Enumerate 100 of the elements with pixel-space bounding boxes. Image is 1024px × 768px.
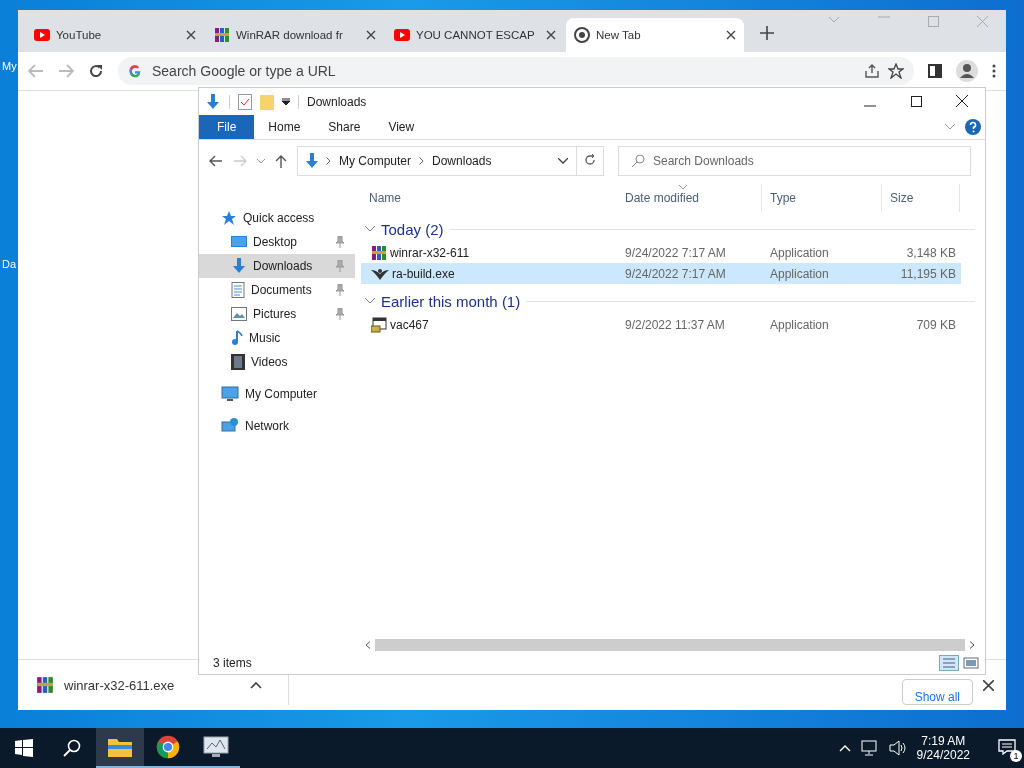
ribbon-tab[interactable]: View xyxy=(374,115,429,139)
books-icon xyxy=(36,676,54,694)
column-header[interactable]: Type xyxy=(770,191,796,205)
clock-time[interactable]: 7:19 AM xyxy=(921,734,966,748)
refresh-icon[interactable] xyxy=(584,154,596,166)
ribbon-tab[interactable]: Share xyxy=(314,115,375,139)
menu-icon[interactable] xyxy=(992,64,996,78)
file-name: vac467 xyxy=(390,317,429,332)
close-icon[interactable] xyxy=(726,30,736,40)
item-count: 3 items xyxy=(213,656,252,670)
file-name: winrar-x32-611 xyxy=(390,245,470,260)
ribbon-tab[interactable]: File xyxy=(199,115,255,139)
address-bar[interactable]: My Computer Downloads xyxy=(297,146,577,176)
network-icon[interactable] xyxy=(860,740,879,756)
share-icon[interactable] xyxy=(864,63,880,79)
profile-icon[interactable] xyxy=(956,60,978,82)
close-icon[interactable] xyxy=(186,30,196,40)
desktop-icon-label: Da xyxy=(2,258,17,270)
film-icon xyxy=(231,354,245,370)
nav-item[interactable]: My Computer xyxy=(199,382,355,406)
close-icon[interactable] xyxy=(956,95,968,107)
side-panel-icon[interactable] xyxy=(928,64,942,78)
dropdown-icon[interactable] xyxy=(282,97,290,106)
address-input[interactable]: Search Google or type a URL xyxy=(150,62,856,80)
monitor-icon xyxy=(203,736,229,758)
sort-caret-icon xyxy=(679,185,687,190)
breadcrumb-item[interactable]: Downloads xyxy=(430,154,494,168)
size-cell-text: 3,148 KB xyxy=(905,245,957,260)
column-header[interactable]: Size xyxy=(890,191,914,205)
show-all-button[interactable]: Show all xyxy=(901,679,973,705)
notification-icon[interactable] xyxy=(998,738,1016,755)
download-arrow-icon xyxy=(304,153,320,169)
nav-item[interactable]: Documents xyxy=(199,278,355,302)
file-row[interactable]: ra-build.exe 9/24/2022 7:17 AM Application 11,195 KB xyxy=(361,263,961,284)
column-header[interactable]: Date modified xyxy=(625,191,700,205)
file-row[interactable]: vac467 9/2/2022 11:37 AM Application 709 KB xyxy=(361,314,961,335)
browser-tab[interactable]: YOU CANNOT ESCAP xyxy=(386,18,564,52)
search-box[interactable]: Search Downloads xyxy=(618,146,971,176)
reload-icon[interactable] xyxy=(88,63,104,79)
type-cell-text: Application xyxy=(769,317,830,332)
date-cell-text: 9/24/2022 7:17 AM xyxy=(624,266,727,281)
size-cell-text: 11,195 KB xyxy=(899,266,957,281)
chevron-down-icon[interactable] xyxy=(365,298,375,304)
youtube-icon xyxy=(34,29,50,41)
document-icon xyxy=(231,282,245,298)
column-header[interactable]: Name xyxy=(369,191,401,205)
chevron-up-icon[interactable] xyxy=(838,744,851,752)
close-icon[interactable] xyxy=(983,679,994,691)
chrome-icon xyxy=(156,735,180,759)
address-bar[interactable]: Search Google or type a URL xyxy=(118,57,914,85)
books-icon xyxy=(371,244,387,261)
browser-tab[interactable]: YouTube xyxy=(26,18,204,52)
search-icon[interactable] xyxy=(63,739,81,757)
plus-icon[interactable] xyxy=(760,26,774,40)
chevron-right-icon[interactable] xyxy=(419,157,425,165)
clock-date[interactable]: 9/24/2022 xyxy=(916,748,970,762)
star-icon[interactable] xyxy=(888,63,904,79)
nav-item[interactable]: Network xyxy=(199,414,355,438)
nav-item[interactable]: Downloads xyxy=(199,254,355,278)
monitor-icon xyxy=(231,235,247,249)
chevron-down-icon[interactable] xyxy=(365,226,375,232)
chrome-icon xyxy=(574,27,590,43)
search-field[interactable]: Search Downloads xyxy=(653,154,783,168)
network-icon xyxy=(221,418,239,434)
size-cell-text: 709 KB xyxy=(915,317,957,332)
up-arrow-icon[interactable] xyxy=(275,154,287,168)
chevron-down-icon[interactable] xyxy=(558,158,568,164)
nav-item[interactable]: Videos xyxy=(199,350,355,374)
close-icon[interactable] xyxy=(366,30,376,40)
speaker-icon[interactable] xyxy=(888,740,907,756)
properties-icon[interactable] xyxy=(238,93,252,110)
back-arrow-icon[interactable] xyxy=(209,155,223,167)
download-arrow-icon xyxy=(231,258,247,274)
ribbon-tab[interactable]: Home xyxy=(254,115,315,139)
file-name: ra-build.exe xyxy=(392,266,455,281)
chevron-right-icon[interactable] xyxy=(326,157,331,165)
close-icon[interactable] xyxy=(546,30,556,40)
windows-logo-icon[interactable] xyxy=(15,739,33,757)
browser-tab[interactable]: New Tab xyxy=(566,18,744,52)
installer-icon xyxy=(371,316,387,333)
nav-item[interactable]: Pictures xyxy=(199,302,355,326)
nav-item[interactable]: Quick access xyxy=(199,206,355,230)
bird-icon xyxy=(371,266,389,281)
group-header[interactable]: Today (2) xyxy=(381,220,444,238)
breadcrumb-item[interactable]: My Computer xyxy=(337,154,414,168)
browser-tab[interactable]: WinRAR download fr xyxy=(206,18,384,52)
picture-icon xyxy=(231,307,247,321)
file-row[interactable]: winrar-x32-611 9/24/2022 7:17 AM Application 3,148 KB xyxy=(361,242,961,263)
large-icons-view-icon[interactable] xyxy=(963,655,979,671)
music-note-icon xyxy=(231,330,243,346)
maximize-icon[interactable] xyxy=(910,96,922,107)
books-icon xyxy=(214,27,230,43)
type-cell-text: Application xyxy=(769,245,830,260)
youtube-icon xyxy=(394,29,410,41)
taskbar-app[interactable] xyxy=(96,728,144,768)
nav-item[interactable]: Desktop xyxy=(199,230,355,254)
download-file-name[interactable]: winrar-x32-611.exe xyxy=(64,677,175,693)
nav-item[interactable]: Music xyxy=(199,326,355,350)
group-header[interactable]: Earlier this month (1) xyxy=(381,292,521,310)
help-icon[interactable] xyxy=(965,119,981,135)
